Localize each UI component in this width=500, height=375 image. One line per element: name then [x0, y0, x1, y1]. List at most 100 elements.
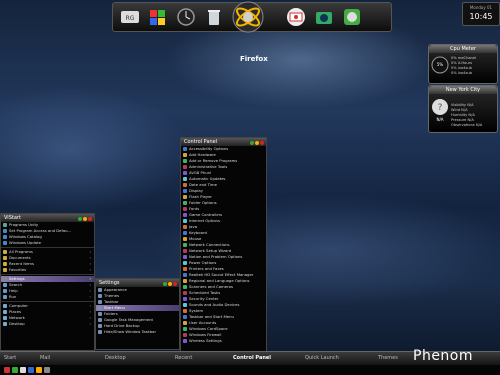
network-tray-icon[interactable] — [12, 367, 18, 373]
weather-line: Pressure N/A — [451, 118, 474, 122]
taskbar-item[interactable]: Themes — [378, 355, 398, 361]
settings-item[interactable]: Hide/Show Window Taskbar — [96, 329, 179, 335]
minimize-button[interactable] — [78, 217, 82, 221]
antivirus-tray-icon[interactable] — [4, 367, 10, 373]
control-panel-item-icon — [183, 225, 187, 229]
minimize-button[interactable] — [250, 141, 254, 145]
start-item-label: Settings — [9, 276, 25, 281]
volume-tray-icon[interactable] — [20, 367, 26, 373]
network-icon — [3, 316, 7, 320]
start-item[interactable]: Run › — [1, 294, 94, 300]
program-icon — [3, 241, 7, 245]
camera-dock-icon[interactable] — [313, 6, 335, 28]
settings-item-label: Hard Drive Backup — [104, 323, 140, 328]
update-tray-icon[interactable] — [36, 367, 42, 373]
start-menu-header: ViStart — [1, 214, 94, 222]
weather-line: Observations N/A — [451, 123, 483, 127]
control-panel-item-icon — [183, 267, 187, 271]
close-button[interactable] — [260, 141, 264, 145]
start-item-label: Documents — [9, 255, 31, 260]
control-panel-item-icon — [183, 261, 187, 265]
weather-unknown-icon: ? — [432, 99, 448, 115]
cpu-percent: 5% — [436, 62, 444, 67]
control-panel-item-label: Windows CardSpace — [189, 326, 228, 331]
control-panel-item-icon — [183, 147, 187, 151]
messenger-tray-icon[interactable] — [28, 367, 34, 373]
close-button[interactable] — [173, 282, 177, 286]
control-panel-item-icon — [183, 303, 187, 307]
windows-dock-icon[interactable] — [147, 6, 169, 28]
start-item-label: Search — [9, 282, 23, 287]
top-dock: RG — [112, 0, 392, 34]
control-panel-item-icon — [183, 315, 187, 319]
minimize-button[interactable] — [163, 282, 167, 286]
close-button[interactable] — [88, 217, 92, 221]
settings-tray-icon[interactable] — [44, 367, 50, 373]
cpu-line: 0% X-Hours — [451, 61, 472, 65]
control-panel-item[interactable]: Wireless Settings — [181, 338, 266, 344]
settings-title: Settings — [99, 280, 120, 286]
divider — [1, 247, 94, 248]
control-panel-item-label: Sounds and Audio Devices — [189, 302, 240, 307]
start-item-label: Windows Catalog — [9, 234, 42, 239]
control-panel-item-icon — [183, 237, 187, 241]
control-panel-item-label: Notion and Problem Options — [189, 254, 243, 259]
program-icon — [3, 235, 7, 239]
start-item-label: Places — [9, 309, 22, 314]
help-icon — [3, 289, 7, 293]
maximize-button[interactable] — [83, 217, 87, 221]
submenu-arrow-icon: › — [89, 267, 91, 272]
submenu-arrow-icon: › — [89, 321, 91, 326]
weather-line: Visibility N/A — [451, 103, 474, 107]
control-panel-item-icon — [183, 309, 187, 313]
folder-icon — [3, 262, 7, 266]
places-icon — [3, 310, 7, 314]
computer-icon — [3, 304, 7, 308]
maximize-button[interactable] — [255, 141, 259, 145]
svg-text:RG: RG — [126, 15, 135, 22]
control-panel-item-icon — [183, 153, 187, 157]
start-item[interactable]: Favorites › — [1, 267, 94, 273]
clock-gadget: Monday 01 10:45 — [462, 2, 500, 26]
taskbar-item[interactable]: Recent — [175, 355, 192, 361]
control-panel-item-icon — [183, 213, 187, 217]
firefox-dock-icon[interactable] — [231, 0, 265, 34]
desktop-icon — [3, 322, 7, 326]
cpu-meter-gadget[interactable]: Cpu Meter 5% 0% meChanel 0% X-Hours 0% i… — [428, 44, 498, 84]
control-panel-item-label: AVG8 Phun! — [189, 170, 212, 175]
taskbar-item[interactable]: Desktop — [105, 355, 126, 361]
start-item-label: All Programs — [9, 249, 33, 254]
taskbar-item[interactable]: Quick Launch — [305, 355, 339, 361]
control-panel-item-label: Date and Time — [189, 182, 217, 187]
recycle-bin-dock-icon[interactable] — [203, 6, 225, 28]
start-item-label: Run — [9, 294, 17, 299]
control-panel-item-icon — [183, 333, 187, 337]
start-item[interactable]: Windows Update — [1, 240, 94, 246]
control-panel-item-icon — [183, 189, 187, 193]
control-panel-item-label: Wireless Settings — [189, 338, 222, 343]
maximize-button[interactable] — [168, 282, 172, 286]
control-panel-item-label: Network Connections — [189, 242, 230, 247]
taskbar-item[interactable]: Start — [4, 355, 16, 361]
start-menu: ViStart Programs Unity Set Program Acces… — [0, 213, 95, 351]
control-panel-item-icon — [183, 243, 187, 247]
control-panel-item-label: Flash Player — [189, 194, 212, 199]
taskbar-item[interactable]: Mail — [40, 355, 50, 361]
control-panel-item-icon — [183, 177, 187, 181]
control-panel-item-label: Java — [189, 224, 198, 229]
submenu-arrow-icon: › — [89, 294, 91, 299]
divider — [1, 301, 94, 302]
cpu-line: 0% ivo4sub — [451, 66, 472, 70]
settings-item-icon — [98, 294, 102, 298]
control-panel-item-icon — [183, 165, 187, 169]
weather-gadget[interactable]: New York City ? N/A Visibility N/A Wind … — [428, 85, 498, 133]
control-panel-item-icon — [183, 291, 187, 295]
control-panel-item-icon — [183, 231, 187, 235]
start-item[interactable]: Desktop › — [1, 321, 94, 327]
clock-dock-icon[interactable] — [175, 6, 197, 28]
brand-logo: Phenom — [413, 348, 474, 364]
disk-dock-icon[interactable] — [341, 6, 363, 28]
network-dock-icon[interactable]: RG — [119, 6, 141, 28]
mail-dock-icon[interactable] — [285, 6, 307, 28]
taskbar-item[interactable]: Control Panel — [233, 355, 271, 361]
